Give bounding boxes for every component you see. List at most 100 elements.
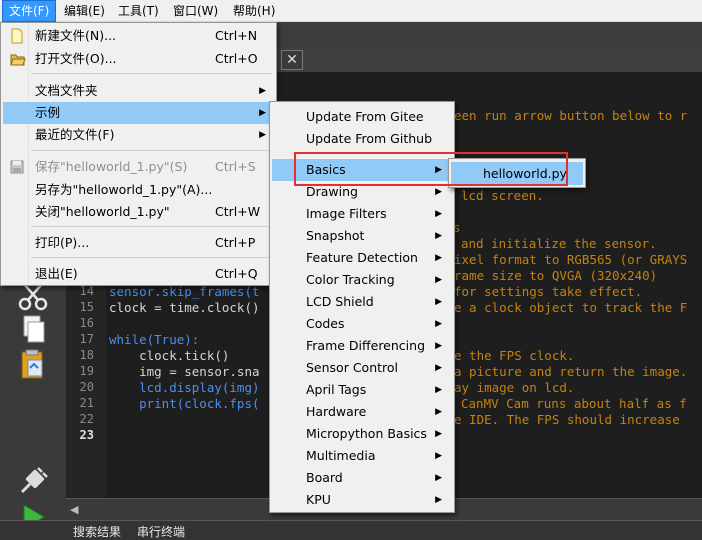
- menu-item-close[interactable]: 关闭"helloworld_1.py" Ctrl+W: [3, 201, 274, 223]
- menu-item-label: LCD Shield: [306, 294, 374, 309]
- code-comment: for settings take effect.: [454, 284, 643, 299]
- menu-item-save[interactable]: 保存"helloworld_1.py"(S) Ctrl+S: [3, 156, 274, 178]
- close-tab-button[interactable]: ✕: [281, 50, 303, 70]
- menu-item-shortcut: Ctrl+N: [215, 28, 258, 43]
- code-line: img = sensor.sna: [109, 364, 260, 379]
- menu-item-label: Snapshot: [306, 228, 365, 243]
- menu-item-open-file[interactable]: 打开文件(O)... Ctrl+O: [3, 48, 274, 70]
- menu-item-label: 示例: [35, 105, 61, 120]
- code-comment: e IDE. The FPS should increase: [454, 412, 680, 427]
- menu-item-update-gitee[interactable]: Update From Gitee: [272, 106, 452, 128]
- menu-item-sensor-control[interactable]: Sensor Control ▶: [272, 357, 452, 379]
- submenu-arrow-icon: ▶: [435, 297, 442, 307]
- code-comment: rame size to QVGA (320x240): [454, 268, 658, 283]
- menu-item-new-file[interactable]: 新建文件(N)... Ctrl+N: [3, 25, 274, 47]
- menu-item-label: 退出(E): [35, 266, 78, 281]
- submenu-arrow-icon: ▶: [435, 385, 442, 395]
- menu-item-hardware[interactable]: Hardware ▶: [272, 401, 452, 423]
- menu-file[interactable]: 文件(F): [2, 0, 57, 22]
- code-comment: ixel format to RGB565 (or GRAYS: [454, 252, 688, 267]
- menu-item-label: 文档文件夹: [35, 83, 98, 98]
- menu-item-image-filters[interactable]: Image Filters ▶: [272, 203, 452, 225]
- line-number: 20: [79, 380, 94, 394]
- menu-window[interactable]: 窗口(W): [167, 0, 224, 22]
- code-line: lcd.display(img): [109, 380, 260, 395]
- menu-item-label: 打印(P)...: [35, 235, 90, 250]
- menu-item-label: Feature Detection: [306, 250, 418, 265]
- menu-item-exit[interactable]: 退出(E) Ctrl+Q: [3, 263, 274, 285]
- menu-item-label: 最近的文件(F): [35, 127, 115, 142]
- menu-separator: [31, 226, 272, 227]
- menu-item-codes[interactable]: Codes ▶: [272, 313, 452, 335]
- open-folder-icon: [10, 51, 26, 67]
- submenu-arrow-icon: ▶: [435, 319, 442, 329]
- save-icon: [10, 159, 24, 175]
- submenu-arrow-icon: ▶: [435, 275, 442, 285]
- copy-icon[interactable]: [16, 312, 50, 346]
- scroll-left-icon[interactable]: ◀: [70, 503, 78, 516]
- menu-item-label: KPU: [306, 492, 331, 507]
- submenu-arrow-icon: ▶: [435, 341, 442, 351]
- menu-item-kpu[interactable]: KPU ▶: [272, 489, 452, 511]
- code-line: print(clock.fps(: [109, 396, 260, 411]
- submenu-arrow-icon: ▶: [259, 130, 266, 140]
- menu-item-feature-detection[interactable]: Feature Detection ▶: [272, 247, 452, 269]
- current-line-number: 23: [79, 428, 94, 442]
- menu-separator: [31, 73, 272, 74]
- ide-window: ✕ 14 15 16 17 18 19 20 21 22 23 een run …: [0, 0, 702, 540]
- menu-item-lcd-shield[interactable]: LCD Shield ▶: [272, 291, 452, 313]
- submenu-arrow-icon: ▶: [435, 451, 442, 461]
- line-number: 19: [79, 364, 94, 378]
- menu-item-color-tracking[interactable]: Color Tracking ▶: [272, 269, 452, 291]
- menu-item-label: Board: [306, 470, 343, 485]
- menu-tools[interactable]: 工具(T): [112, 0, 165, 22]
- submenu-arrow-icon: ▶: [435, 209, 442, 219]
- menu-item-frame-differencing[interactable]: Frame Differencing ▶: [272, 335, 452, 357]
- line-number: 14: [79, 284, 94, 298]
- submenu-arrow-icon: ▶: [435, 429, 442, 439]
- menu-item-board[interactable]: Board ▶: [272, 467, 452, 489]
- menu-item-label: Color Tracking: [306, 272, 395, 287]
- menu-item-label: Frame Differencing: [306, 338, 426, 353]
- menu-item-label: Update From Gitee: [306, 109, 424, 124]
- code-comment: lcd screen.: [461, 188, 544, 203]
- menu-help[interactable]: 帮助(H): [227, 0, 281, 22]
- menu-item-shortcut: Ctrl+W: [215, 204, 261, 219]
- code-line: clock = time.clock(): [109, 300, 260, 315]
- menu-item-label: Update From Github: [306, 131, 433, 146]
- menu-item-examples[interactable]: 示例 ▶: [3, 102, 274, 124]
- submenu-arrow-icon: ▶: [435, 253, 442, 263]
- menu-item-save-as[interactable]: 另存为"helloworld_1.py"(A)...: [3, 179, 274, 201]
- line-number: 22: [79, 412, 94, 426]
- line-number: 16: [79, 316, 94, 330]
- tab-search-results[interactable]: 搜索结果: [73, 523, 121, 540]
- tab-serial-terminal[interactable]: 串行终端: [137, 523, 185, 540]
- menu-item-label: 打开文件(O)...: [35, 51, 117, 66]
- code-comment: e the FPS clock.: [454, 348, 575, 363]
- new-file-icon: [10, 28, 24, 44]
- submenu-arrow-icon: ▶: [435, 231, 442, 241]
- line-number: 18: [79, 348, 94, 362]
- submenu-arrow-icon: ▶: [259, 86, 266, 96]
- submenu-arrow-icon: ▶: [259, 108, 266, 118]
- menu-item-label: April Tags: [306, 382, 367, 397]
- code-comment: een run arrow button below to r: [454, 108, 688, 123]
- menu-item-recent-files[interactable]: 最近的文件(F) ▶: [3, 124, 274, 146]
- menu-item-multimedia[interactable]: Multimedia ▶: [272, 445, 452, 467]
- menu-item-snapshot[interactable]: Snapshot ▶: [272, 225, 452, 247]
- menu-item-shortcut: Ctrl+Q: [215, 266, 258, 281]
- bottom-panel-tabs: 搜索结果 串行终端: [0, 520, 702, 540]
- connect-icon[interactable]: [16, 464, 50, 498]
- code-comment: CanMV Cam runs about half as f: [461, 396, 687, 411]
- submenu-arrow-icon: ▶: [435, 495, 442, 505]
- menu-edit[interactable]: 编辑(E): [58, 0, 111, 22]
- menu-item-april-tags[interactable]: April Tags ▶: [272, 379, 452, 401]
- menu-item-micropython-basics[interactable]: Micropython Basics ▶: [272, 423, 452, 445]
- code-line: sensor.skip_frames(t: [109, 284, 260, 299]
- menu-item-print[interactable]: 打印(P)... Ctrl+P: [3, 232, 274, 254]
- menu-item-documents-folder[interactable]: 文档文件夹 ▶: [3, 80, 274, 102]
- paste-icon[interactable]: [16, 348, 50, 382]
- menu-item-shortcut: Ctrl+P: [215, 235, 256, 250]
- menu-bar: 文件(F) 编辑(E) 工具(T) 窗口(W) 帮助(H): [0, 0, 702, 22]
- menu-item-update-github[interactable]: Update From Github: [272, 128, 452, 150]
